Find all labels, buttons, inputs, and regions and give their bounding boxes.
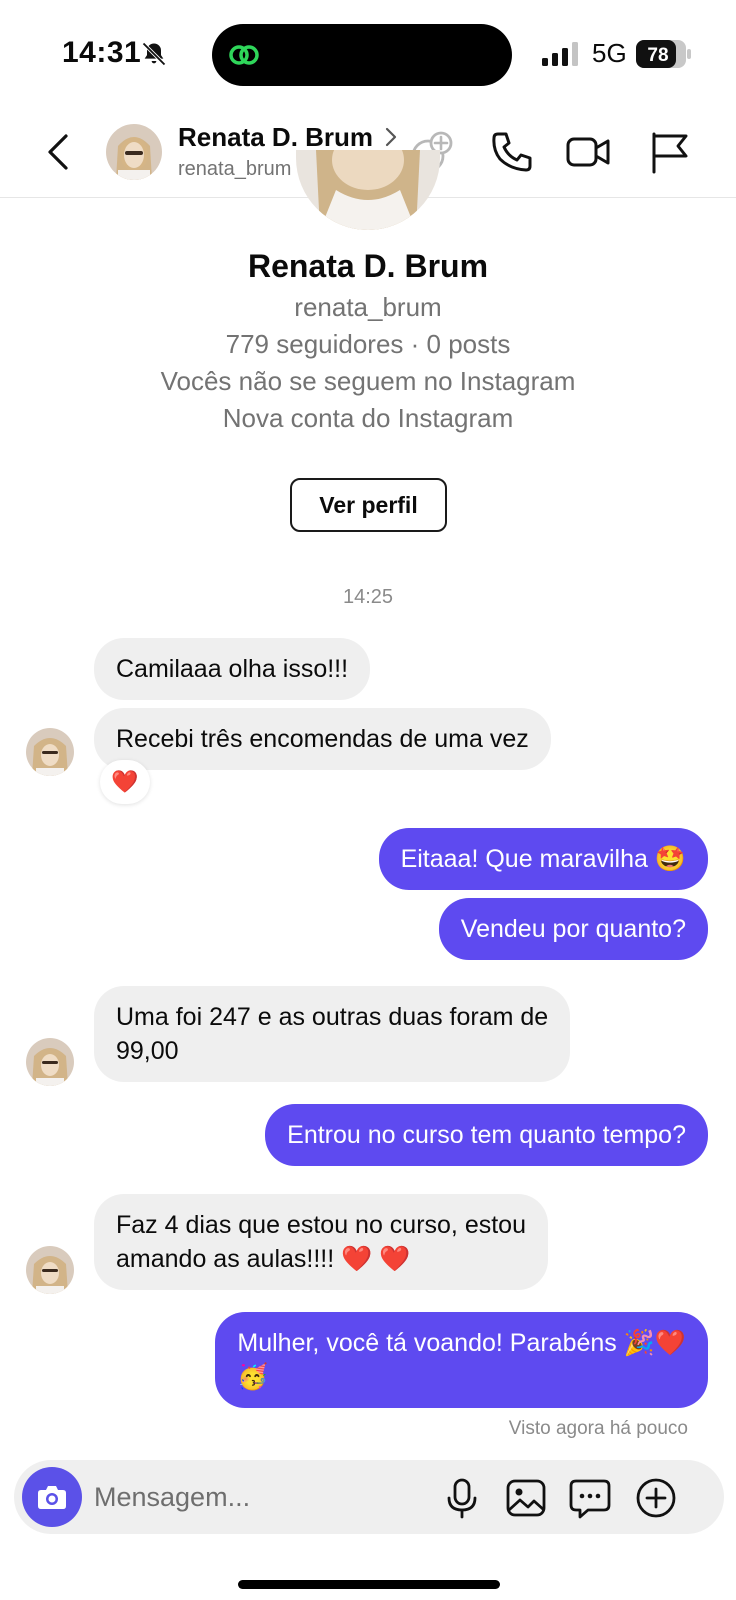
- message-input[interactable]: [94, 1476, 414, 1518]
- header-name[interactable]: Renata D. Brum: [178, 122, 373, 153]
- message-outgoing[interactable]: Vendeu por quanto?: [438, 898, 708, 960]
- dynamic-island: [212, 24, 512, 86]
- profile-stats: 779 seguidores · 0 posts: [225, 329, 511, 359]
- message-composer: [14, 1460, 724, 1534]
- plus-icon[interactable]: [634, 1476, 678, 1520]
- message-incoming[interactable]: Camilaaa olha isso!!!: [94, 638, 371, 700]
- microphone-icon[interactable]: [440, 1476, 484, 1520]
- message-outgoing[interactable]: Mulher, você tá voando! Parabéns 🎉❤️ 🥳: [215, 1312, 708, 1408]
- message-timestamp: 14:25: [342, 586, 394, 608]
- message-outgoing[interactable]: Entrou no curso tem quanto tempo?: [265, 1104, 708, 1166]
- header-username: renata_brum: [178, 158, 292, 180]
- seen-status: Visto agora há pouco: [508, 1418, 688, 1439]
- message-incoming[interactable]: Faz 4 dias que estou no curso, estou ama…: [94, 1194, 548, 1290]
- view-profile-button[interactable]: Ver perfil: [290, 478, 447, 532]
- avatar[interactable]: [106, 124, 162, 180]
- message-incoming[interactable]: Uma foi 247 e as outras duas foram de 99…: [94, 986, 571, 1082]
- bell-off-icon: [142, 42, 166, 66]
- profile-follow-note: Vocês não se seguem no Instagram: [160, 366, 576, 396]
- camera-button[interactable]: [22, 1467, 82, 1527]
- sticker-icon[interactable]: [568, 1476, 612, 1520]
- image-icon[interactable]: [504, 1476, 548, 1520]
- threads-icon: [229, 45, 259, 65]
- camera-icon: [38, 1486, 66, 1509]
- profile-username: renata_brum: [294, 292, 442, 322]
- video-icon[interactable]: [564, 128, 612, 176]
- flag-icon[interactable]: [646, 128, 694, 176]
- battery-level: 78: [647, 45, 668, 66]
- signal-icon: [542, 42, 578, 66]
- sender-avatar[interactable]: [26, 1038, 74, 1086]
- status-time: 14:31: [62, 36, 142, 69]
- message-outgoing[interactable]: Eitaaa! Que maravilha 🤩: [378, 828, 708, 890]
- profile-name: Renata D. Brum: [247, 248, 489, 284]
- chevron-right-icon[interactable]: [384, 126, 398, 148]
- battery-icon: 78: [636, 40, 691, 68]
- status-bar: 14:31 5G 78: [0, 0, 736, 108]
- profile-avatar[interactable]: [296, 150, 440, 230]
- network-type: 5G: [592, 38, 627, 68]
- sender-avatar[interactable]: [26, 1246, 74, 1294]
- home-indicator[interactable]: [238, 1580, 500, 1589]
- back-icon[interactable]: [44, 132, 74, 172]
- message-incoming[interactable]: Recebi três encomendas de uma vez: [94, 708, 551, 770]
- sender-avatar[interactable]: [26, 728, 74, 776]
- profile-account-note: Nova conta do Instagram: [222, 403, 514, 433]
- phone-icon[interactable]: [488, 128, 536, 176]
- message-reaction[interactable]: ❤️: [100, 760, 150, 804]
